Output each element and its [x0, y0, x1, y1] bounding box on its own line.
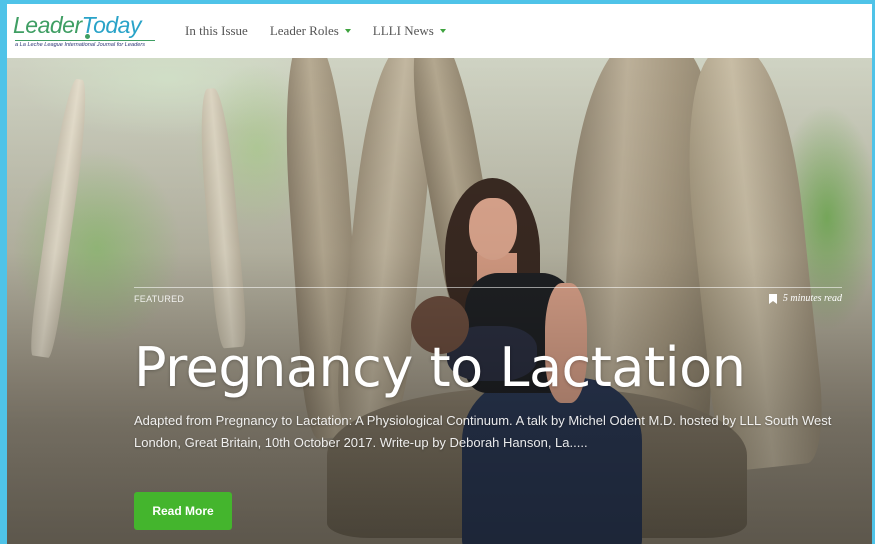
post-excerpt: Adapted from Pregnancy to Lactation: A P…: [134, 413, 832, 450]
logo-brand-part2: Today: [81, 12, 142, 38]
logo-dot: [85, 34, 90, 39]
meta-divider: [134, 287, 842, 288]
top-navbar: LeaderToday a La Leche League Internatio…: [7, 4, 872, 58]
nav-leader-roles[interactable]: Leader Roles: [270, 23, 351, 39]
read-more-button[interactable]: Read More: [134, 492, 232, 530]
read-time-label: 5 minutes read: [782, 293, 842, 304]
category-label: FEATURED: [134, 294, 185, 304]
logo-wordmark: LeaderToday: [13, 12, 141, 39]
nav-leader-roles-label: Leader Roles: [269, 23, 339, 38]
logo-brand-part1: Leader: [13, 12, 82, 38]
chevron-down-icon: [344, 29, 351, 33]
browser-frame: LeaderToday a La Leche League Internatio…: [0, 0, 875, 544]
bookmark-icon: [768, 293, 777, 304]
logo-tagline: a La Leche League International Journal …: [15, 42, 145, 48]
nav-llli-news-label: LLLI News: [372, 23, 434, 38]
hero-featured-post[interactable]: FEATURED 5 minutes read Pregnancy to Lac…: [7, 58, 872, 544]
post-title[interactable]: Pregnancy to Lactation: [134, 336, 746, 399]
logo-underline: [15, 40, 155, 41]
site-logo[interactable]: LeaderToday a La Leche League Internatio…: [13, 4, 163, 58]
nav-in-this-issue-label: In this Issue: [185, 23, 248, 38]
nav-in-this-issue[interactable]: In this Issue: [185, 23, 248, 39]
chevron-down-icon: [439, 29, 446, 33]
read-time: 5 minutes read: [768, 293, 842, 304]
nav-llli-news[interactable]: LLLI News: [373, 23, 446, 39]
